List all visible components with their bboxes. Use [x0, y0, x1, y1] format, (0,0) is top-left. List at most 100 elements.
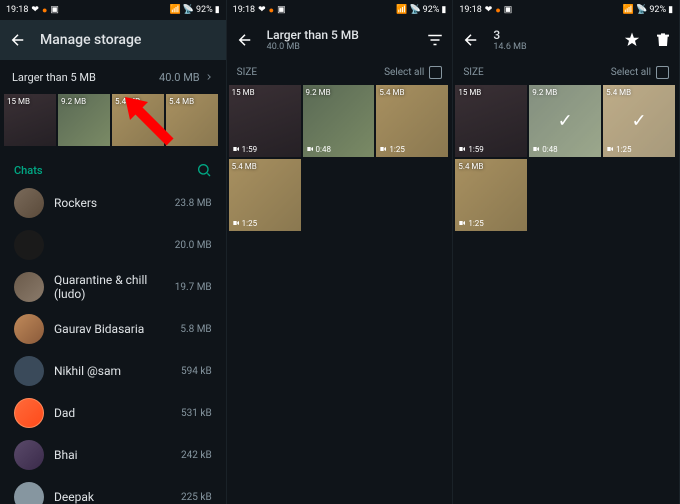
video-icon: [458, 219, 466, 227]
avatar: [14, 272, 44, 302]
selection-size: 14.6 MB: [493, 42, 611, 52]
wifi-icon: 📡: [183, 5, 194, 15]
video-icon: [379, 145, 387, 153]
avatar: [14, 482, 44, 504]
video-icon: [532, 145, 540, 153]
video-icon: [458, 145, 466, 153]
media-item[interactable]: 9.2 MB ✓ 0:48: [529, 85, 601, 157]
media-item[interactable]: 5.4 MB ✓ 1:25: [603, 85, 675, 157]
filter-row: SIZE Select all: [453, 60, 679, 85]
chat-row[interactable]: Deepak225 kB: [0, 476, 226, 504]
video-icon: [232, 219, 240, 227]
media-item[interactable]: 15 MB 1:59: [229, 85, 301, 157]
sort-label[interactable]: SIZE: [237, 67, 257, 78]
avatar: [14, 230, 44, 260]
chats-header: Chats: [0, 154, 226, 182]
media-grid: 15 MB 1:59 9.2 MB ✓ 0:48 5.4 MB ✓ 1:25 5…: [453, 85, 679, 231]
chat-row[interactable]: Gaurav Bidasaria5.8 MB: [0, 308, 226, 350]
header: Larger than 5 MB 40.0 MB: [227, 20, 453, 60]
signal-icon: 📶: [170, 5, 181, 15]
battery-icon: ▮: [668, 5, 673, 15]
status-circle-icon: ●: [269, 5, 274, 16]
avatar: [14, 356, 44, 386]
media-item[interactable]: 5.4 MB 1:25: [455, 159, 527, 231]
signal-icon: 📶: [396, 5, 407, 15]
wifi-icon: 📡: [409, 5, 420, 15]
media-item[interactable]: 15 MB 1:59: [455, 85, 527, 157]
video-icon: [606, 145, 614, 153]
chat-row[interactable]: Dad531 kB: [0, 392, 226, 434]
delete-icon[interactable]: [655, 31, 671, 49]
sort-label[interactable]: SIZE: [463, 67, 483, 78]
wifi-icon: 📡: [636, 5, 647, 15]
page-title: Manage storage: [40, 32, 218, 48]
status-bar: 19:18 ❤ ● ▣ 📶 📡 92% ▮: [227, 0, 453, 20]
thumbnail-row: 15 MB 9.2 MB 5.4 MB 5.4 MB: [0, 94, 226, 154]
status-app-icon: ▣: [277, 5, 286, 15]
media-grid: 15 MB 1:59 9.2 MB 0:48 5.4 MB 1:25 5.4 M…: [227, 85, 453, 231]
search-icon[interactable]: [196, 162, 212, 178]
panel-media-selected: 19:18 ❤ ● ▣ 📶 📡 92% ▮ 3 14.6 MB SIZE Sel…: [453, 0, 680, 504]
thumbnail[interactable]: 5.4 MB: [112, 94, 164, 146]
status-app-icon: ▣: [50, 5, 59, 15]
status-circle-icon: ●: [495, 5, 500, 16]
chat-row[interactable]: Nikhil @sam594 kB: [0, 350, 226, 392]
thumbnail[interactable]: 9.2 MB: [58, 94, 110, 146]
status-heart-icon: ❤: [485, 5, 493, 15]
avatar: [14, 188, 44, 218]
selection-count: 3: [493, 28, 611, 42]
status-battery: 92%: [196, 5, 213, 15]
select-all-checkbox[interactable]: [429, 66, 442, 79]
chat-row[interactable]: Bhai242 kB: [0, 434, 226, 476]
video-icon: [232, 145, 240, 153]
status-bar: 19:18 ❤ ● ▣ 📶 📡 92% ▮: [453, 0, 679, 20]
select-all[interactable]: Select all: [611, 66, 669, 79]
section-size: 40.0 MB: [159, 71, 200, 84]
header: Manage storage: [0, 20, 226, 60]
avatar: [14, 398, 44, 428]
media-item[interactable]: 5.4 MB 1:25: [376, 85, 448, 157]
header: 3 14.6 MB: [453, 20, 679, 60]
page-subtitle: 40.0 MB: [267, 42, 415, 52]
check-icon: ✓: [631, 110, 646, 131]
chats-label: Chats: [14, 164, 43, 177]
signal-icon: 📶: [623, 5, 634, 15]
chat-row[interactable]: Quarantine & chill (ludo)19.7 MB: [0, 266, 226, 308]
battery-icon: ▮: [215, 5, 220, 15]
section-label: Larger than 5 MB: [12, 71, 96, 84]
section-larger-than-5mb[interactable]: Larger than 5 MB 40.0 MB: [0, 60, 226, 94]
star-icon[interactable]: [623, 31, 641, 49]
chevron-right-icon: [204, 72, 214, 82]
status-bar: 19:18 ❤ ● ▣ 📶 📡 92% ▮: [0, 0, 226, 20]
chat-row[interactable]: Rockers23.8 MB: [0, 182, 226, 224]
battery-icon: ▮: [441, 5, 446, 15]
avatar: [14, 440, 44, 470]
media-item[interactable]: 9.2 MB 0:48: [303, 85, 375, 157]
status-circle-icon: ●: [42, 5, 47, 16]
panel-media-list: 19:18 ❤ ● ▣ 📶 📡 92% ▮ Larger than 5 MB 4…: [227, 0, 454, 504]
status-time: 19:18: [459, 5, 481, 15]
back-button[interactable]: [8, 30, 28, 50]
page-title: Larger than 5 MB: [267, 28, 415, 42]
media-item[interactable]: 5.4 MB 1:25: [229, 159, 301, 231]
thumbnail[interactable]: 15 MB: [4, 94, 56, 146]
status-time: 19:18: [233, 5, 255, 15]
filter-row: SIZE Select all: [227, 60, 453, 85]
back-button[interactable]: [461, 30, 481, 50]
panel-manage-storage: 19:18 ❤ ● ▣ 📶 📡 92% ▮ Manage storage Lar…: [0, 0, 227, 504]
chat-row[interactable]: 20.0 MB: [0, 224, 226, 266]
select-all-checkbox[interactable]: [656, 66, 669, 79]
status-battery: 92%: [423, 5, 440, 15]
video-icon: [306, 145, 314, 153]
select-all[interactable]: Select all: [384, 66, 442, 79]
back-button[interactable]: [235, 30, 255, 50]
status-heart-icon: ❤: [31, 5, 39, 15]
thumbnail[interactable]: 5.4 MB: [166, 94, 218, 146]
status-time: 19:18: [6, 5, 28, 15]
status-heart-icon: ❤: [258, 5, 266, 15]
avatar: [14, 314, 44, 344]
sort-icon[interactable]: [426, 31, 444, 49]
check-icon: ✓: [558, 110, 573, 131]
chat-list: Rockers23.8 MB 20.0 MB Quarantine & chil…: [0, 182, 226, 504]
status-battery: 92%: [649, 5, 666, 15]
